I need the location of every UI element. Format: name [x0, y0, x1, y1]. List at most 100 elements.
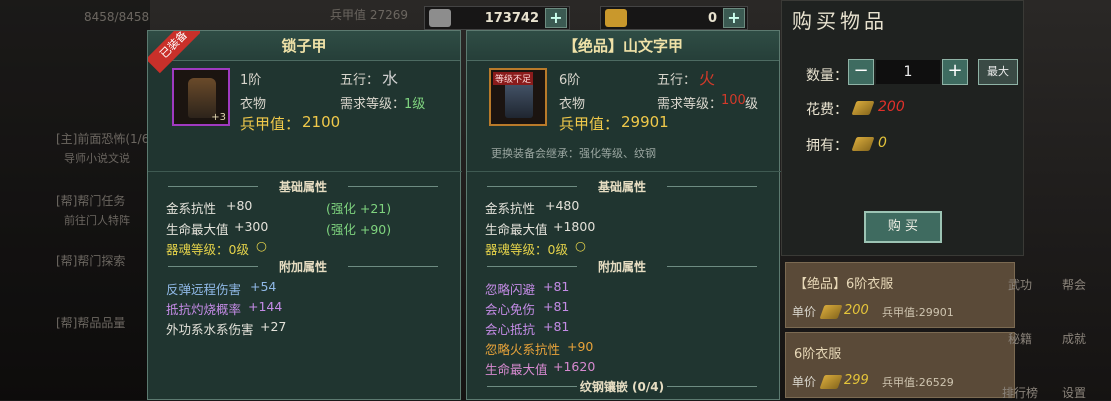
gold-resource: 0 +	[600, 6, 748, 30]
add-silver-button[interactable]: +	[545, 8, 567, 28]
soul-circle-icon: ○	[575, 238, 586, 253]
list-item-price: 200	[844, 303, 869, 318]
stat-value: +300	[234, 219, 269, 234]
quest-4: [帮]帮品品量	[56, 316, 126, 330]
stat-name: 外功系水系伤害	[166, 322, 254, 337]
buy-button[interactable]: 购 买	[864, 211, 942, 243]
armor-value: 2100	[302, 113, 341, 131]
max-button[interactable]: 最大	[978, 59, 1018, 85]
req-unit: 级	[745, 97, 759, 112]
stat-value: +81	[543, 279, 570, 294]
tier: 1阶	[240, 73, 262, 88]
list-item-armor: 兵甲值:29901	[882, 306, 954, 319]
silver-icon	[429, 9, 451, 27]
list-item-price: 299	[844, 373, 869, 388]
stat-value: +480	[545, 198, 580, 213]
shop-item-icon[interactable]: 等级不足	[489, 68, 547, 126]
silver-amount: 173742	[484, 10, 539, 26]
inlay-heading: 纹钢镶嵌 (0/4)	[487, 377, 757, 397]
armor-value: 29901	[621, 113, 669, 131]
wuxing-water: 水	[382, 69, 399, 88]
own-value: 0	[878, 135, 887, 151]
wuxing-fire: 火	[699, 69, 716, 88]
menu-ranking[interactable]: 排行榜	[996, 384, 1044, 401]
shop-list-item[interactable]: 6阶衣服 单价 299 兵甲值:26529	[785, 332, 1015, 398]
armor-label: 兵甲值：	[240, 115, 301, 133]
menu-guild[interactable]: 帮会	[1054, 276, 1094, 293]
stat-bonus: (强化 +90)	[326, 222, 392, 237]
hp-readout: 8458/8458	[84, 10, 150, 24]
increase-button[interactable]: +	[942, 59, 968, 85]
gold-ingot-icon	[851, 101, 875, 115]
quest-3: [帮]帮门探索	[56, 254, 126, 268]
stat-value: +27	[260, 319, 287, 334]
shop-list-item[interactable]: 【绝品】6阶衣服 单价 200 兵甲值:29901	[785, 262, 1015, 328]
tier: 6阶	[559, 73, 581, 88]
list-item-name: 6阶衣服	[794, 347, 842, 362]
stat-value: +90	[567, 339, 594, 354]
menu-settings[interactable]: 设置	[1054, 384, 1094, 401]
soul-circle-icon: ○	[256, 238, 267, 253]
price-label: 单价	[792, 305, 817, 319]
quest-2-desc: 前往门人特阵	[64, 214, 130, 227]
armor-total: 兵甲值 27269	[330, 8, 408, 22]
req-value: 100	[721, 93, 746, 108]
silver-resource: 173742 +	[424, 6, 570, 30]
wuxing-label: 五行：	[657, 73, 697, 88]
level-insufficient-tag: 等级不足	[493, 72, 534, 85]
stat-name: 金系抗性	[166, 201, 217, 216]
equipped-item-icon[interactable]: +3	[172, 68, 230, 126]
stat-value: +1620	[553, 359, 596, 374]
quantity-input[interactable]: 1	[876, 60, 940, 84]
stat-value: +80	[226, 198, 253, 213]
req-value: 1级	[404, 97, 426, 112]
cost-value: 200	[878, 99, 905, 115]
gold-ingot-icon	[851, 137, 875, 151]
stat-name: 会心抵抗	[485, 322, 536, 337]
gold-ingot-icon	[819, 305, 843, 319]
item-type: 衣物	[240, 97, 267, 112]
menu-achievements[interactable]: 成就	[1054, 330, 1094, 347]
stat-name: 生命最大值	[485, 222, 548, 237]
list-item-armor: 兵甲值:26529	[882, 376, 954, 389]
item-type: 衣物	[559, 97, 586, 112]
stat-value: +81	[543, 299, 570, 314]
armor-label: 兵甲值：	[559, 115, 620, 133]
add-gold-button[interactable]: +	[723, 8, 745, 28]
stat-bonus: (强化 +21)	[326, 201, 392, 216]
extra-attr-heading: 附加属性	[168, 257, 438, 277]
stat-name: 生命最大值	[485, 362, 548, 377]
gold-ingot-icon	[819, 375, 843, 389]
soul-level: 器魂等级：0级	[485, 242, 568, 257]
stat-name: 反弹远程伤害	[166, 282, 242, 297]
shop-item-title: 【绝品】山文字甲	[467, 31, 779, 61]
stat-name: 生命最大值	[166, 222, 229, 237]
base-attr-heading: 基础属性	[487, 177, 757, 197]
extra-attr-heading: 附加属性	[487, 257, 757, 277]
wuxing-label: 五行：	[340, 73, 380, 88]
decrease-button[interactable]: −	[848, 59, 874, 85]
qty-label: 数量：	[806, 68, 848, 84]
base-attr-heading: 基础属性	[168, 177, 438, 197]
stat-name: 抵抗灼烧概率	[166, 302, 242, 317]
enhance-badge: +3	[211, 112, 226, 123]
menu-secrets[interactable]: 秘籍	[1000, 330, 1040, 347]
purchase-panel: 购买物品 数量： − 1 + 最大 花费： 200 拥有： 0 购 买	[781, 0, 1024, 256]
stat-value: +81	[543, 319, 570, 334]
quest-1-desc: 导师小说文说	[64, 152, 130, 165]
stat-name: 金系抗性	[485, 201, 536, 216]
stat-name: 忽略火系抗性	[485, 342, 561, 357]
shop-item-panel: 【绝品】山文字甲 等级不足 6阶 五行： 火 衣物 需求等级： 100 级 兵甲…	[466, 30, 781, 400]
equipped-item-panel: 锁子甲 已装备 +3 1阶 五行： 水 衣物 需求等级： 1级 兵甲值： 210…	[147, 30, 462, 400]
price-label: 单价	[792, 375, 817, 389]
inherit-hint: 更换装备会继承：强化等级、纹钢	[491, 147, 656, 160]
quest-2: [帮]帮门任务	[56, 194, 126, 208]
equipped-ribbon: 已装备	[148, 31, 200, 74]
gold-amount: 0	[707, 10, 717, 26]
stat-name: 会心免伤	[485, 302, 536, 317]
stat-value: +144	[248, 299, 283, 314]
req-label: 需求等级：	[657, 97, 723, 112]
list-item-name: 【绝品】6阶衣服	[794, 277, 894, 292]
stat-value: +54	[250, 279, 277, 294]
menu-martial-arts[interactable]: 武功	[1000, 276, 1040, 293]
